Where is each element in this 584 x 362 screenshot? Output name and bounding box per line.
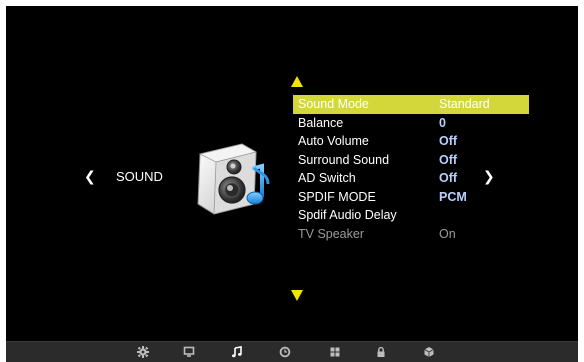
- menu-item-label: AD Switch: [298, 171, 356, 185]
- menu-item-label: Spdif Audio Delay: [298, 208, 397, 222]
- lock-icon[interactable]: [374, 345, 388, 359]
- menu-item-surround-sound[interactable]: Surround Sound Off: [293, 151, 529, 170]
- menu-item-value: On: [439, 226, 456, 241]
- menu-item-spdif-audio-delay[interactable]: Spdif Audio Delay: [293, 206, 529, 225]
- menu-item-tv-speaker: TV Speaker On: [293, 225, 529, 244]
- menu-item-value: Off: [439, 134, 458, 148]
- menu-item-label: Auto Volume: [298, 134, 369, 148]
- category-tab-bar: [6, 341, 578, 362]
- settings-gear-icon-glyph: [137, 346, 149, 358]
- tv-menu-screen: ❮ SOUND Sound Mode Standard Balance 0 Au…: [6, 6, 578, 341]
- option-grid-icon[interactable]: [328, 345, 342, 359]
- previous-section-chevron-icon[interactable]: ❮: [84, 170, 96, 184]
- speaker-music-icon: [197, 143, 270, 215]
- menu-item-value: Off: [439, 171, 458, 185]
- menu-item-value: 0: [439, 115, 446, 130]
- picture-monitor-icon[interactable]: [182, 345, 196, 359]
- menu-item-value: Off: [439, 152, 458, 167]
- channel-cube-icon[interactable]: [422, 345, 436, 359]
- section-title: SOUND: [116, 169, 163, 184]
- time-clock-icon[interactable]: [278, 345, 292, 359]
- menu-item-value: PCM: [439, 189, 467, 204]
- menu-item-label: TV Speaker: [298, 226, 365, 241]
- menu-item-label: Sound Mode: [298, 97, 369, 111]
- menu-item-balance[interactable]: Balance 0: [293, 114, 529, 133]
- menu-item-spdif-mode[interactable]: SPDIF MODE PCM: [293, 188, 529, 207]
- menu-item-auto-volume[interactable]: Auto Volume Off: [293, 132, 529, 151]
- menu-item-label: Surround Sound: [298, 152, 390, 167]
- scroll-up-arrow-icon[interactable]: [291, 76, 303, 87]
- scroll-down-arrow-icon[interactable]: [291, 290, 303, 301]
- time-clock-icon-glyph: [279, 346, 291, 358]
- picture-monitor-icon-glyph: [183, 346, 195, 357]
- lock-icon-glyph: [377, 346, 385, 357]
- sound-note-icon[interactable]: [230, 345, 244, 359]
- menu-item-label: SPDIF MODE: [298, 189, 376, 204]
- menu-item-value: Standard: [439, 97, 490, 111]
- menu-item-label: Balance: [298, 115, 344, 130]
- settings-gear-icon[interactable]: [136, 345, 150, 359]
- sound-note-icon-glyph: [232, 346, 242, 358]
- option-grid-icon-glyph: [330, 347, 340, 357]
- next-section-chevron-icon[interactable]: ❯: [483, 170, 495, 184]
- menu-item-sound-mode[interactable]: Sound Mode Standard: [293, 95, 529, 114]
- channel-cube-icon-glyph: [424, 347, 434, 357]
